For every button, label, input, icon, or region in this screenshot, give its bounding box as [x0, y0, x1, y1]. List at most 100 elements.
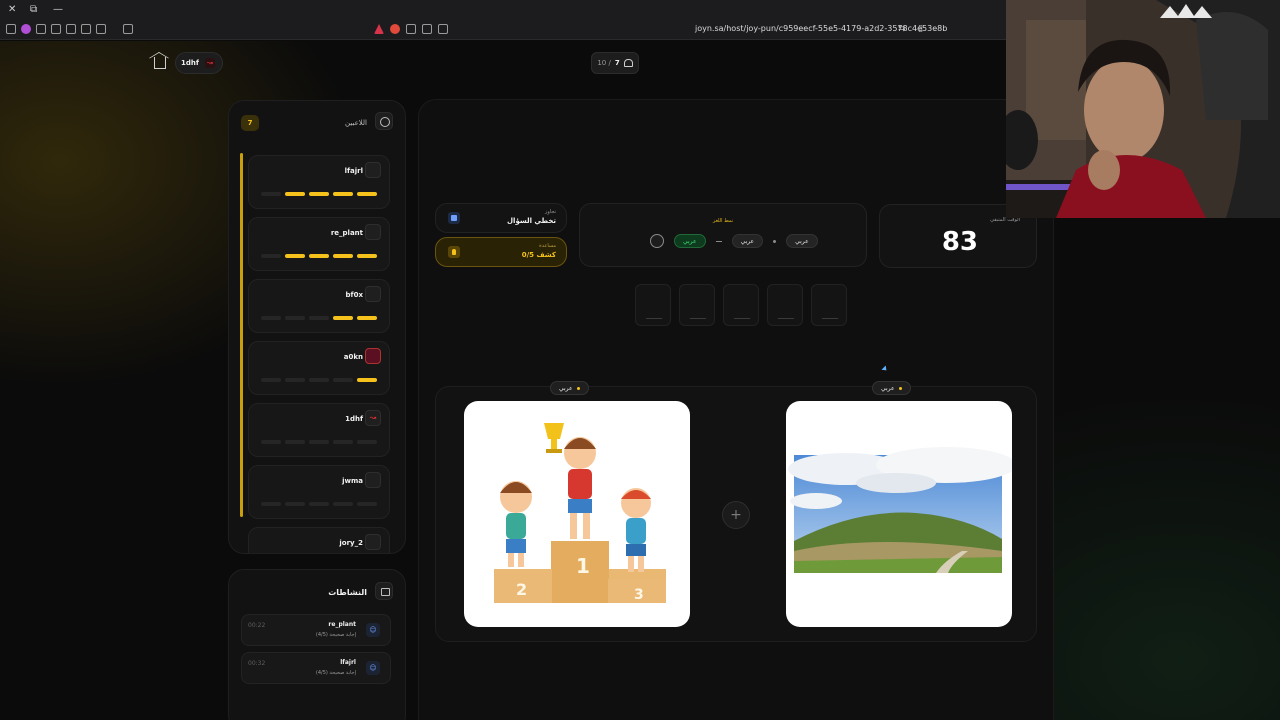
players-panel: 7 اللاعبين lfajrl re_plant bf0x a0kn 1dhf ↝ jw… — [228, 100, 406, 554]
activity-item: 00:32 lfajrl إجابة صحيحة (4/5) ☺ — [241, 652, 391, 684]
mode-tag: عربي — [786, 234, 818, 248]
answer-slot[interactable] — [723, 284, 759, 326]
progress-segment — [285, 254, 305, 258]
puzzle-image-podium: 1 2 3 — [464, 401, 690, 627]
player-progress — [261, 192, 377, 196]
player-avatar — [365, 534, 381, 550]
hint-sub-label: مساعدة — [539, 243, 556, 249]
sidebar-icon[interactable] — [81, 24, 91, 34]
progress-segment — [261, 254, 281, 258]
activity-detail: إجابة صحيحة (4/5) — [315, 632, 356, 638]
puzzle-mode-label: نمط اللغز — [712, 218, 734, 224]
browser-logo-icon[interactable] — [21, 24, 31, 34]
mode-tag-result: عربي — [674, 234, 706, 248]
equals-icon — [715, 240, 722, 242]
progress-segment — [357, 254, 377, 258]
progress-segment — [285, 378, 305, 382]
answer-slot[interactable] — [811, 284, 847, 326]
bookmark-icon[interactable]: ▯ — [918, 24, 923, 34]
player-card[interactable]: a0kn — [248, 341, 390, 395]
address-icons — [374, 24, 448, 34]
player-name: a0kn — [343, 353, 363, 361]
timer-value: 83 — [941, 227, 978, 257]
player-progress — [261, 254, 377, 258]
translate-icon[interactable]: ⇆ — [898, 24, 906, 34]
activity-item: 00:22 re_plant إجابة صحيحة (4/5) ☺ — [241, 614, 391, 646]
webcam-overlay — [1006, 0, 1280, 218]
players-title: اللاعبين — [345, 119, 367, 127]
player-card[interactable]: jwma — [248, 465, 390, 519]
puzzle-mode-row: عربي عربي عربي — [650, 234, 818, 248]
player-name: 1dhf — [345, 415, 363, 423]
tabs-icon[interactable] — [66, 24, 76, 34]
players-header: 7 اللاعبين — [229, 101, 405, 141]
progress-segment — [333, 440, 353, 444]
podium-illustration: 1 2 3 — [494, 423, 666, 603]
brave-shield-icon[interactable] — [390, 24, 400, 34]
answer-slot[interactable] — [679, 284, 715, 326]
answer-slot[interactable] — [767, 284, 803, 326]
music-icon[interactable] — [96, 24, 106, 34]
tag-dot-icon — [576, 386, 580, 390]
info-icon[interactable] — [650, 234, 664, 248]
progress-segment — [285, 316, 305, 320]
player-card[interactable]: lfajrl — [248, 155, 390, 209]
skip-sub-label: تجاوز — [545, 209, 556, 215]
player-card[interactable]: re_plant — [248, 217, 390, 271]
shield-icon[interactable] — [36, 24, 46, 34]
player-progress — [261, 440, 377, 444]
svg-text:1: 1 — [576, 554, 590, 578]
progress-segment — [261, 192, 281, 196]
puzzle-mode-card: نمط اللغز عربي عربي عربي — [579, 203, 867, 267]
progress-segment — [261, 316, 281, 320]
home-icon[interactable] — [154, 57, 166, 69]
warning-icon[interactable] — [374, 24, 384, 34]
skip-icon — [448, 212, 460, 224]
player-avatar — [365, 348, 381, 364]
wallet-icon[interactable] — [438, 24, 448, 34]
player-progress — [261, 378, 377, 382]
cast-icon[interactable] — [422, 24, 432, 34]
puzzle-images: عربي 1 2 3 + عربي — [435, 381, 1037, 642]
toolbar-icons — [6, 24, 133, 34]
extension-icon[interactable] — [51, 24, 61, 34]
player-card[interactable]: jory_2 — [248, 527, 390, 553]
player-card[interactable]: bf0x — [248, 279, 390, 333]
screenshot-icon[interactable] — [123, 24, 133, 34]
menu-icon[interactable] — [6, 24, 16, 34]
player-avatar — [365, 162, 381, 178]
activity-user: re_plant — [328, 621, 356, 628]
player-card[interactable]: 1dhf ↝ — [248, 403, 390, 457]
activity-detail: إجابة صحيحة (4/5) — [315, 670, 356, 676]
game-stage: تجاوز تخطي السؤال مساعدة 0/5 كشف نمط الل… — [418, 99, 1054, 720]
hill-photo — [788, 447, 1012, 573]
restore-window-icon[interactable]: ⧉ — [30, 4, 37, 15]
minimize-window-icon[interactable]: — — [53, 4, 63, 15]
progress-segment — [285, 440, 305, 444]
hint-label: 0/5 كشف — [521, 251, 556, 259]
players-scroll-indicator — [240, 153, 243, 517]
activities-title: النشاطات — [328, 588, 367, 597]
player-count-total: 10 / — [597, 59, 611, 67]
progress-segment — [309, 192, 329, 196]
progress-segment — [357, 378, 377, 382]
player-count-pill: 10 / 7 — [591, 52, 639, 74]
player-progress — [261, 316, 377, 320]
progress-segment — [309, 254, 329, 258]
answer-slots — [635, 284, 847, 326]
user-pill[interactable]: 1dhf ↝ — [175, 52, 223, 74]
hint-button[interactable]: مساعدة 0/5 كشف — [435, 237, 567, 267]
reload-icon[interactable] — [406, 24, 416, 34]
address-bar[interactable]: joyn.sa/host/joy-pun/c959eecf-55e5-4179-… — [695, 24, 947, 33]
progress-segment — [261, 440, 281, 444]
progress-segment — [333, 192, 353, 196]
players-count-badge: 7 — [241, 115, 259, 131]
activities-panel: النشاطات 00:22 re_plant إجابة صحيحة (4/5… — [228, 569, 406, 720]
player-count-current: 7 — [614, 59, 620, 67]
player-name: jory_2 — [339, 539, 363, 547]
close-window-icon[interactable]: ✕ — [8, 4, 16, 15]
skip-question-button[interactable]: تجاوز تخطي السؤال — [435, 203, 567, 233]
streamer-webcam — [1006, 0, 1280, 218]
answer-slot[interactable] — [635, 284, 671, 326]
image-language-tag: عربي — [550, 381, 589, 395]
